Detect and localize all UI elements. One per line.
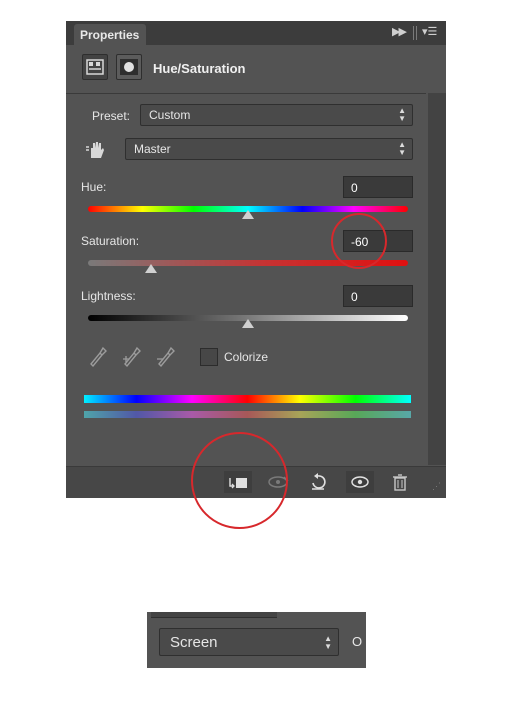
input-color-bar: [84, 395, 411, 403]
layer-mask-icon[interactable]: [116, 54, 142, 80]
reset-icon[interactable]: [304, 471, 332, 493]
select-arrows-icon: ▲ ▼: [324, 634, 332, 651]
scrollbar[interactable]: [428, 93, 446, 465]
opacity-label-fragment: O: [352, 634, 363, 649]
blend-mode-value: Screen: [170, 634, 218, 651]
eyedropper-icon[interactable]: [88, 345, 108, 372]
output-color-bar: [84, 411, 411, 418]
resize-grip-icon[interactable]: ⋰: [432, 481, 441, 492]
trash-icon[interactable]: [386, 471, 414, 493]
colorize-checkbox[interactable]: [200, 348, 218, 366]
preset-label: Preset:: [92, 109, 131, 123]
saturation-label: Saturation:: [81, 234, 140, 248]
properties-panel: Properties ▶▶ ▾☰ Hue/Saturation Preset: …: [66, 21, 446, 498]
divider: [413, 26, 417, 40]
collapse-panel-icon[interactable]: ▶▶: [392, 25, 407, 38]
channel-value: Master: [134, 142, 171, 156]
annotation-circle: [331, 213, 387, 269]
tab-label: Properties: [80, 28, 140, 42]
blend-mode-select[interactable]: Screen ▲ ▼: [159, 628, 339, 656]
blend-strip-top-edge: [151, 612, 277, 618]
visibility-eye-icon[interactable]: [346, 471, 374, 493]
hue-input[interactable]: 0: [343, 176, 413, 198]
preset-select[interactable]: Custom ▲ ▼: [140, 104, 413, 126]
header-divider: [66, 93, 426, 94]
lightness-value: 0: [351, 290, 358, 304]
blend-mode-strip: Screen ▲ ▼ O: [147, 612, 366, 668]
hue-slider-thumb[interactable]: [242, 210, 254, 219]
lightness-slider-thumb[interactable]: [242, 319, 254, 328]
preset-value: Custom: [149, 108, 191, 122]
eyedropper-subtract-icon[interactable]: [156, 345, 178, 372]
eyedropper-add-icon[interactable]: [122, 345, 144, 372]
channel-select[interactable]: Master ▲ ▼: [125, 138, 413, 160]
hue-label: Hue:: [81, 180, 107, 194]
lightness-input[interactable]: 0: [343, 285, 413, 307]
hue-value: 0: [351, 181, 358, 195]
annotation-circle: [191, 432, 288, 529]
adjustment-layer-icon[interactable]: [82, 54, 108, 80]
panel-menu-icon[interactable]: ▾☰: [422, 25, 437, 38]
select-arrows-icon: ▲ ▼: [398, 140, 406, 157]
panel-tab-bar: Properties ▶▶ ▾☰: [66, 21, 446, 45]
lightness-label: Lightness:: [81, 289, 136, 303]
select-arrows-icon: ▲ ▼: [398, 106, 406, 123]
targeted-adjustment-hand-icon[interactable]: [84, 138, 108, 167]
colorize-label: Colorize: [224, 350, 269, 364]
tab-properties[interactable]: Properties: [74, 24, 146, 45]
saturation-slider-thumb[interactable]: [145, 264, 157, 273]
adjustment-title: Hue/Saturation: [153, 61, 246, 76]
